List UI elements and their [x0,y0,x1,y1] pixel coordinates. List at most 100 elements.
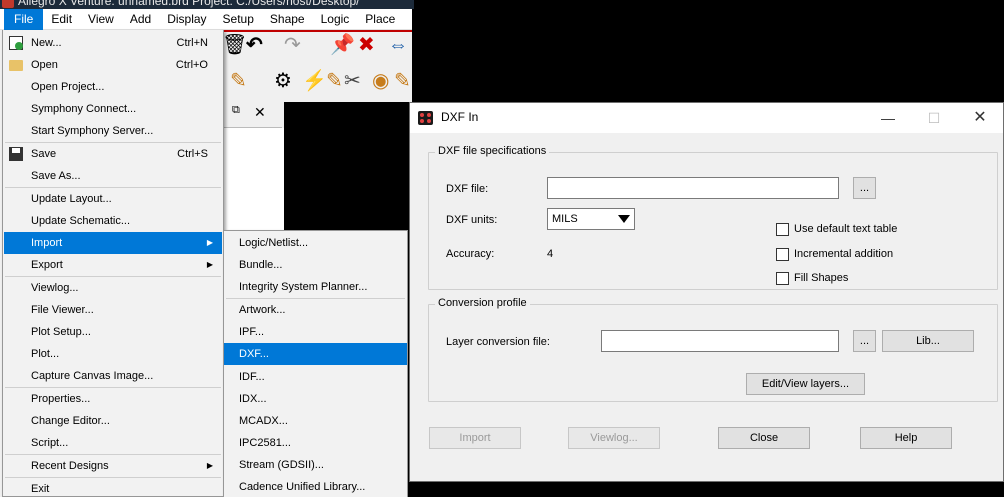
submenu-item-logic-netlist[interactable]: Logic/Netlist... [224,232,407,254]
dxf-file-input[interactable] [547,177,839,199]
incremental-addition-label: Incremental addition [794,248,894,260]
menu-item-recent-designs[interactable]: Recent Designs ▶ [4,455,222,477]
close-button[interactable]: Close [718,427,810,449]
submenu-item-idx[interactable]: IDX... [224,388,407,410]
submenu-item-cadence-unified-library[interactable]: Cadence Unified Library... [224,476,407,497]
submenu-item-ipf[interactable]: IPF... [224,321,407,343]
file-menu: New... Ctrl+N Open Ctrl+O Open Project..… [2,30,224,497]
highlight-tool-icon[interactable]: ✎ [394,70,411,92]
import-submenu: Logic/Netlist... Bundle... Integrity Sys… [223,230,408,497]
route-tool-icon[interactable]: ✎ [230,70,247,92]
conversion-profile-group: Conversion profile Layer conversion file… [428,297,998,402]
save-icon [9,147,23,161]
menu-item-symphony-connect[interactable]: Symphony Connect... [4,98,222,120]
submenu-arrow-icon: ▶ [206,461,213,470]
minimize-icon[interactable]: — [866,107,910,129]
layer-conversion-file-input[interactable] [601,330,839,352]
submenu-item-bundle[interactable]: Bundle... [224,254,407,276]
menu-item-file-viewer[interactable]: File Viewer... [4,299,222,321]
dialog-app-icon [418,111,433,125]
submenu-item-ipc2581[interactable]: IPC2581... [224,432,407,454]
edit-view-layers-button[interactable]: Edit/View layers... [746,373,865,395]
submenu-item-artwork[interactable]: Artwork... [224,299,407,321]
use-default-text-table-label: Use default text table [794,223,898,235]
menu-item-plot-setup[interactable]: Plot Setup... [4,321,222,343]
redo-icon[interactable]: ↷ [284,34,301,56]
panel-close-icon[interactable]: ✕ [254,104,266,121]
menu-item-script[interactable]: Script... [4,432,222,454]
menu-logic[interactable]: Logic [313,9,358,30]
menu-item-update-schematic[interactable]: Update Schematic... [4,210,222,232]
menu-item-save[interactable]: Save Ctrl+S [4,143,222,165]
dxf-units-label: DXF units: [446,214,498,226]
menubar: File Edit View Add Display Setup Shape L… [0,8,412,30]
dialog-title-bar: DXF In — ☐ ✕ [410,103,1003,133]
dxf-file-browse-button[interactable]: ... [853,177,876,199]
connect-icon[interactable]: ⚡ [302,70,327,92]
dialog-title: DXF In [441,110,479,124]
toolbar: 🗑 ↶ ↷ 📌 ✖ ⇔ ✎ ⚙ ⚡ ✎ ✂ ◉ ✎ [222,32,412,100]
menu-item-start-symphony-server[interactable]: Start Symphony Server... [4,120,222,142]
incremental-addition-checkbox[interactable] [776,248,789,261]
panel-restore-icon[interactable]: ⧉ [232,104,240,117]
help-button[interactable]: Help [860,427,952,449]
trash-icon[interactable]: 🗑 [222,34,247,56]
fill-shapes-checkbox[interactable] [776,272,789,285]
undo-icon[interactable]: ↶ [246,34,263,56]
new-file-icon [9,36,23,50]
dxf-in-dialog: DXF In — ☐ ✕ DXF file specifications DXF… [409,102,1004,482]
menu-item-exit[interactable]: Exit [4,478,222,497]
folder-icon [9,60,23,71]
group-label: Conversion profile [435,297,530,309]
chevron-down-icon [618,215,630,223]
menu-add[interactable]: Add [122,9,159,30]
layer-file-browse-button[interactable]: ... [853,330,876,352]
import-button: Import [429,427,521,449]
window-title: Allegro X Venture: unnamed.brd Project: … [18,0,360,8]
menu-place[interactable]: Place [357,9,403,30]
menu-item-open[interactable]: Open Ctrl+O [4,54,222,76]
menu-item-change-editor[interactable]: Change Editor... [4,410,222,432]
maximize-icon: ☐ [927,110,941,126]
gear-icon[interactable]: ⚙ [274,70,292,92]
submenu-arrow-icon: ▶ [206,260,213,269]
menu-item-save-as[interactable]: Save As... [4,165,222,187]
menu-item-import[interactable]: Import ▶ [4,232,222,254]
menu-file[interactable]: File [4,8,44,30]
group-label: DXF file specifications [435,145,550,157]
dxf-file-specifications-group: DXF file specifications DXF file: ... DX… [428,145,998,290]
pin-icon[interactable]: 📌 [330,34,355,56]
menu-shape[interactable]: Shape [262,9,313,30]
submenu-item-integrity-system-planner[interactable]: Integrity System Planner... [224,276,407,298]
menu-item-export[interactable]: Export ▶ [4,254,222,276]
close-icon[interactable]: ✕ [958,107,1002,129]
menu-edit[interactable]: Edit [43,9,80,30]
accuracy-value: 4 [547,248,554,260]
scissors-icon[interactable]: ✂ [344,70,361,92]
edit-tool-icon[interactable]: ✎ [326,70,343,92]
unpin-icon[interactable]: ✖ [358,34,375,56]
fill-shapes-label: Fill Shapes [794,272,849,284]
submenu-item-mcadx[interactable]: MCADX... [224,410,407,432]
menu-item-capture-canvas-image[interactable]: Capture Canvas Image... [4,365,222,387]
menu-item-plot[interactable]: Plot... [4,343,222,365]
menu-item-update-layout[interactable]: Update Layout... [4,188,222,210]
lib-button[interactable]: Lib... [882,330,974,352]
submenu-item-stream-gdsii[interactable]: Stream (GDSII)... [224,454,407,476]
menu-item-properties[interactable]: Properties... [4,388,222,410]
menu-setup[interactable]: Setup [215,9,262,30]
dxf-units-select[interactable]: MILS [547,208,635,230]
menu-item-viewlog[interactable]: Viewlog... [4,277,222,299]
menu-display[interactable]: Display [159,9,214,30]
submenu-arrow-icon: ▶ [206,238,213,247]
menu-item-new[interactable]: New... Ctrl+N [4,32,222,54]
swap-icon[interactable]: ⇔ [388,34,408,56]
menu-item-open-project[interactable]: Open Project... [4,76,222,98]
use-default-text-table-checkbox[interactable] [776,223,789,236]
menu-view[interactable]: View [80,9,122,30]
dxf-file-label: DXF file: [446,183,489,195]
allegro-app-icon [2,0,14,8]
submenu-item-dxf[interactable]: DXF... [224,343,407,365]
submenu-item-idf[interactable]: IDF... [224,366,407,388]
camera-icon[interactable]: ◉ [372,70,389,92]
